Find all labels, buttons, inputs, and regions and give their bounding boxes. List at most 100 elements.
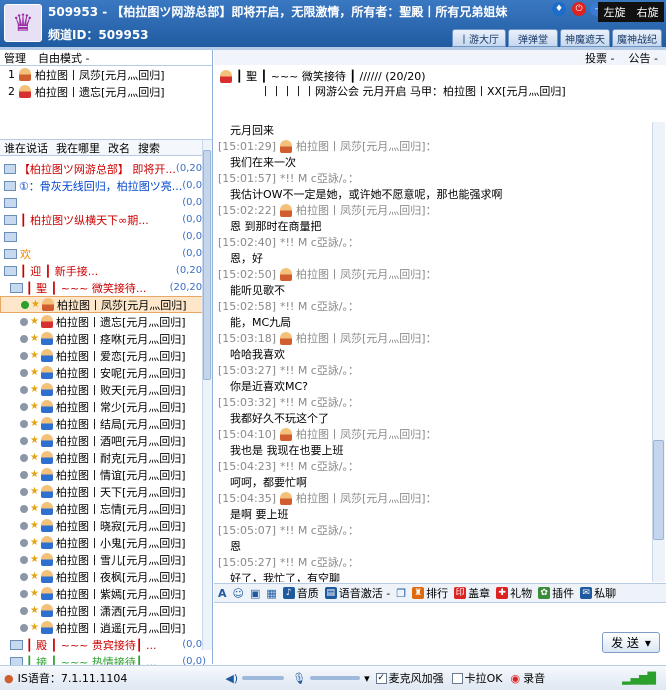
channel-row[interactable]: ①：骨灰无线回归，柏拉图ツ亮... (0,0) (0, 177, 212, 194)
mic-icon[interactable]: 🎙 (292, 672, 306, 685)
channel-row[interactable]: ┃ 聖 ┃ ~~~ 微笑接待... (20,20) (0, 279, 212, 296)
message-sender[interactable]: 柏拉图丨凤莎[元月灬回归]： (296, 426, 437, 442)
karaoke-checkbox[interactable]: 卡拉OK (451, 670, 502, 686)
rank-button[interactable]: ♜ 排行 (412, 585, 448, 601)
member-row[interactable]: ★ 柏拉图丨逍遥[元月灬回归] (0, 619, 212, 636)
tab-where-am-i[interactable]: 我在哪里 (56, 140, 100, 156)
tab-search[interactable]: 搜索 (138, 140, 160, 156)
record-button[interactable]: ◉ 录音 (510, 670, 545, 686)
message-header: [15:01:29] 柏拉图丨凤莎[元月灬回归]： (214, 138, 652, 154)
member-row[interactable]: ★ 柏拉图丨紫嫣[元月灬回归] (0, 585, 212, 602)
member-row[interactable]: ★ 柏拉图丨结局[元月灬回归] (0, 415, 212, 432)
member-row[interactable]: ★ 柏拉图丨天下[元月灬回归] (0, 483, 212, 500)
channel-row[interactable]: (0,0) (0, 228, 212, 245)
message-sender[interactable]: *!! M c亞詠/。： (280, 170, 359, 186)
voice-activation-dropdown[interactable]: ▤ 语音激活 - (324, 585, 390, 601)
speaker-volume-slider[interactable] (242, 676, 285, 680)
private-chat-button[interactable]: ✉ 私聊 (580, 585, 616, 601)
channel-row[interactable]: 欢 (0,0) (0, 245, 212, 262)
message-sender[interactable]: 柏拉图丨凤莎[元月灬回归]： (296, 266, 437, 282)
channel-row[interactable]: ┃ 柏拉图ツ纵横天下∞期... (0,0) (0, 211, 212, 228)
seal-button[interactable]: 印盖章 (454, 585, 490, 601)
member-name: 柏拉图丨雪儿[元月灬回归] (56, 553, 186, 567)
send-button[interactable]: 发 送 ▾ (602, 632, 660, 653)
member-row[interactable]: ★ 柏拉图丨痉咻[元月灬回归] (0, 330, 212, 347)
user-avatar-icon (41, 332, 53, 345)
status-dot-icon (20, 521, 28, 530)
tab-who-speaking[interactable]: 谁在说话 (4, 140, 48, 156)
message-input[interactable] (214, 604, 666, 664)
manager-row[interactable]: 1 柏拉图丨凤莎[元月灬回归] (0, 66, 212, 83)
message-sender[interactable]: 柏拉图丨凤莎[元月灬回归]： (296, 330, 437, 346)
sound-quality-button[interactable]: ♪ 音质 (282, 585, 319, 601)
message-sender[interactable]: 柏拉图丨凤莎[元月灬回归]： (296, 202, 437, 218)
plugin-button[interactable]: ✿ 插件 (538, 585, 574, 601)
member-name: 柏拉图丨逍遥[元月灬回归] (56, 621, 186, 635)
voice-icon: ▤ (324, 587, 337, 599)
mode-dropdown[interactable]: 自由模式 - (38, 50, 89, 66)
member-row[interactable]: ★ 柏拉图丨小鬼[元月灬回归] (0, 534, 212, 551)
member-row[interactable]: ★ 柏拉图丨夜枫[元月灬回归] (0, 568, 212, 585)
chat-scroll-thumb[interactable] (653, 440, 664, 540)
member-row[interactable]: ★ 柏拉图丨忘情[元月灬回归] (0, 500, 212, 517)
chevron-down-icon[interactable]: ▾ (364, 672, 370, 685)
member-row[interactable]: ★ 柏拉图丨败天[元月灬回归] (0, 381, 212, 398)
manager-row[interactable]: 2 柏拉图丨遗忘[元月灬回归] (0, 83, 212, 100)
channel-row[interactable]: 【柏拉图ツ网游总部】 即将开... (0,20) (0, 160, 212, 177)
rank-star-icon: ★ (30, 588, 39, 599)
emoji-icon[interactable]: ☺ (233, 587, 244, 600)
power-icon[interactable]: ⏻ (572, 2, 586, 16)
user-avatar-icon (280, 331, 292, 345)
member-row[interactable]: ★ 柏拉图丨潇洒[元月灬回归] (0, 602, 212, 619)
message-sender[interactable]: *!! M c亞詠/。： (280, 362, 359, 378)
member-row[interactable]: ★ 柏拉图丨爱恋[元月灬回归] (0, 347, 212, 364)
shirt-icon[interactable]: ♦ (552, 2, 566, 16)
tab-moshen[interactable]: 魔神战纪 (612, 29, 662, 47)
message-sender[interactable]: *!! M c亞詠/。： (280, 522, 359, 538)
message-sender[interactable]: *!! M c亞詠/。： (280, 458, 359, 474)
tab-rename[interactable]: 改名 (108, 140, 130, 156)
channel-name: ┃ 殿 ┃ ~~~ 贵宾接待┃ ... (26, 638, 157, 652)
message-sender[interactable]: *!! M c亞詠/。： (280, 554, 359, 570)
member-row[interactable]: ★ 柏拉图丨晓寂[元月灬回归] (0, 517, 212, 534)
channel-row[interactable]: ┃ 殿 ┃ ~~~ 贵宾接待┃ ... (0,0) (0, 636, 212, 653)
chat-toolbar: A ☺ ▣ ▦ ♪ 音质 ▤ 语音激活 - ❐ ♜ 排行 印盖章 ✚ 礼物 ✿ 插件 ✉ 私… (214, 583, 666, 603)
copy-icon[interactable]: ❐ (396, 587, 406, 600)
member-row[interactable]: ★ 柏拉图丨酒吧[元月灬回归] (0, 432, 212, 449)
message-sender[interactable]: *!! M c亞詠/。： (280, 394, 359, 410)
tab-ddt[interactable]: 弹弹堂 (508, 29, 558, 47)
message-sender[interactable]: *!! M c亞詠/。： (280, 234, 359, 250)
user-avatar-icon (41, 553, 53, 566)
rotate-left-button[interactable]: 左旋 (604, 4, 626, 20)
clear-icon[interactable]: ▣ (250, 587, 260, 600)
manage-toggle[interactable]: 管理 (4, 50, 26, 66)
image-icon[interactable]: ▦ (266, 587, 276, 600)
vote-button[interactable]: 投票 - (585, 50, 614, 66)
font-icon[interactable]: A (218, 587, 227, 600)
member-row[interactable]: ★ 柏拉图丨安呢[元月灬回归] (0, 364, 212, 381)
member-row[interactable]: ★ 柏拉图丨情谊[元月灬回归] (0, 466, 212, 483)
member-row[interactable]: ★ 柏拉图丨雪儿[元月灬回归] (0, 551, 212, 568)
chevron-down-icon[interactable]: ▾ (645, 636, 651, 650)
rotate-right-button[interactable]: 右旋 (637, 4, 659, 20)
message-sender[interactable]: 柏拉图丨凤莎[元月灬回归]： (296, 490, 437, 506)
speaker-icon[interactable]: ◀) (225, 672, 238, 685)
message-sender[interactable]: *!! M c亞詠/。： (280, 298, 359, 314)
member-row[interactable]: ★ 柏拉图丨凤莎[元月灬回归] (0, 296, 212, 313)
gift-button[interactable]: ✚ 礼物 (496, 585, 532, 601)
member-row[interactable]: ★ 柏拉图丨遗忘[元月灬回归] (0, 313, 212, 330)
music-icon: ♪ (282, 587, 295, 599)
tab-hall[interactable]: 丨游大厅 (452, 29, 506, 47)
message-time: [15:05:27] (218, 555, 276, 569)
mic-boost-checkbox[interactable]: ✓ 麦克风加强 (375, 670, 444, 686)
title-bar: ♛ 509953 - 【柏拉图ツ网游总部】即将开启，无限激情，所有者：聖殿丨所有… (0, 0, 666, 50)
channel-row[interactable]: (0,0) (0, 194, 212, 211)
mic-volume-slider[interactable] (310, 676, 361, 680)
channel-row[interactable]: ┃ 迎 ┃ 新手接... (0,20) (0, 262, 212, 279)
notice-button[interactable]: 公告 - (629, 50, 658, 66)
message-sender[interactable]: 柏拉图丨凤莎[元月灬回归]： (296, 138, 437, 154)
tab-shenmo[interactable]: 神魔遮天 (560, 29, 610, 47)
member-row[interactable]: ★ 柏拉图丨耐克[元月灬回归] (0, 449, 212, 466)
member-row[interactable]: ★ 柏拉图丨常少[元月灬回归] (0, 398, 212, 415)
left-scroll-thumb[interactable] (203, 150, 211, 380)
